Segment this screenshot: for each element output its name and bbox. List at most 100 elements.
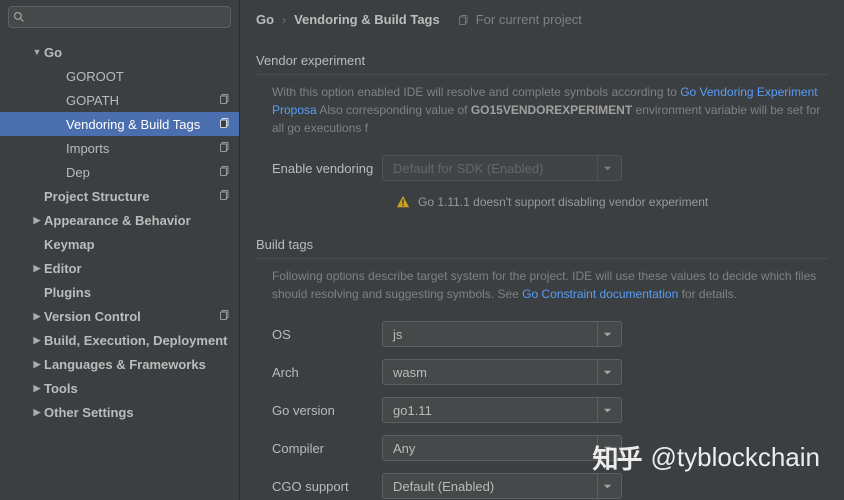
vendor-help-text: With this option enabled IDE will resolv… — [272, 85, 680, 99]
enable-vendoring-row: Enable vendoring Default for SDK (Enable… — [256, 149, 828, 187]
tree-item-tools[interactable]: ▶Tools — [0, 376, 239, 400]
cgo-row: CGO support Default (Enabled) — [256, 467, 828, 500]
tree-item-dep[interactable]: Dep — [0, 160, 239, 184]
compiler-label: Compiler — [272, 441, 382, 456]
tree-arrow-icon: ▶ — [30, 263, 44, 274]
constraint-doc-link[interactable]: Go Constraint documentation — [522, 287, 678, 301]
tree-item-go[interactable]: ▼Go — [0, 40, 239, 64]
vendor-warning-text: Go 1.11.1 doesn't support disabling vend… — [418, 195, 708, 209]
project-scope-icon — [213, 93, 231, 108]
project-scope-icon — [213, 189, 231, 204]
chevron-down-icon — [597, 156, 617, 180]
search-icon — [13, 11, 25, 23]
cgo-value: Default (Enabled) — [393, 479, 591, 494]
tree-arrow-icon: ▼ — [30, 47, 44, 57]
tree-item-label: Keymap — [44, 237, 231, 252]
enable-vendoring-label: Enable vendoring — [272, 161, 382, 176]
tree-item-languages-frameworks[interactable]: ▶Languages & Frameworks — [0, 352, 239, 376]
project-scope-icon — [458, 14, 470, 26]
gover-label: Go version — [272, 403, 382, 418]
vendor-warning: Go 1.11.1 doesn't support disabling vend… — [256, 187, 828, 223]
scope-label: For current project — [458, 12, 582, 27]
breadcrumb-current: Vendoring & Build Tags — [294, 12, 440, 27]
vendor-help-text2: Also corresponding value of — [317, 103, 471, 117]
tree-item-imports[interactable]: Imports — [0, 136, 239, 160]
enable-vendoring-select[interactable]: Default for SDK (Enabled) — [382, 155, 622, 181]
tree-item-goroot[interactable]: GOROOT — [0, 64, 239, 88]
chevron-down-icon — [597, 360, 617, 384]
compiler-select[interactable]: Any — [382, 435, 622, 461]
project-scope-icon — [213, 117, 231, 132]
tree-item-label: Editor — [44, 261, 231, 276]
chevron-down-icon — [597, 398, 617, 422]
breadcrumb-root[interactable]: Go — [256, 12, 274, 27]
buildtags-section-header: Build tags — [256, 231, 828, 259]
tree-item-project-structure[interactable]: Project Structure — [0, 184, 239, 208]
tree-item-build-execution-deployment[interactable]: ▶Build, Execution, Deployment — [0, 328, 239, 352]
tree-item-label: Imports — [66, 141, 213, 156]
gover-value: go1.11 — [393, 403, 591, 418]
arch-row: Arch wasm — [256, 353, 828, 391]
arch-value: wasm — [393, 365, 591, 380]
tree-item-label: Languages & Frameworks — [44, 357, 231, 372]
tree-arrow-icon: ▶ — [30, 335, 44, 346]
tree-item-keymap[interactable]: Keymap — [0, 232, 239, 256]
compiler-value: Any — [393, 441, 591, 456]
tree-arrow-icon: ▶ — [30, 383, 44, 394]
project-scope-icon — [213, 309, 231, 324]
tree-item-label: Version Control — [44, 309, 213, 324]
os-value: js — [393, 327, 591, 342]
settings-sidebar: ▼Go GOROOT GOPATH Vendoring & Build Tags Imp… — [0, 0, 240, 500]
tree-item-label: Vendoring & Build Tags — [66, 117, 213, 132]
os-label: OS — [272, 327, 382, 342]
cgo-select[interactable]: Default (Enabled) — [382, 473, 622, 499]
compiler-row: Compiler Any — [256, 429, 828, 467]
buildtags-help: Following options describe target system… — [256, 267, 828, 315]
scope-text: For current project — [476, 12, 582, 27]
breadcrumb: Go › Vendoring & Build Tags For current … — [240, 0, 844, 39]
settings-tree: ▼Go GOROOT GOPATH Vendoring & Build Tags Imp… — [0, 34, 239, 500]
tree-arrow-icon: ▶ — [30, 407, 44, 418]
settings-body: Vendor experiment With this option enabl… — [240, 39, 844, 500]
chevron-down-icon — [597, 322, 617, 346]
tree-arrow-icon: ▶ — [30, 311, 44, 322]
tree-item-label: Project Structure — [44, 189, 213, 204]
tree-item-version-control[interactable]: ▶Version Control — [0, 304, 239, 328]
tree-item-label: Tools — [44, 381, 231, 396]
chevron-down-icon — [597, 474, 617, 498]
gover-row: Go version go1.11 — [256, 391, 828, 429]
tree-item-appearance-behavior[interactable]: ▶Appearance & Behavior — [0, 208, 239, 232]
vendor-section-header: Vendor experiment — [256, 47, 828, 75]
project-scope-icon — [213, 141, 231, 156]
buildtags-section: Build tags Following options describe ta… — [256, 231, 828, 500]
gover-select[interactable]: go1.11 — [382, 397, 622, 423]
breadcrumb-separator: › — [282, 13, 286, 27]
tree-item-gopath[interactable]: GOPATH — [0, 88, 239, 112]
buildtags-help-text2: for details. — [678, 287, 737, 301]
chevron-down-icon — [597, 436, 617, 460]
tree-item-label: Appearance & Behavior — [44, 213, 231, 228]
settings-main: Go › Vendoring & Build Tags For current … — [240, 0, 844, 500]
cgo-label: CGO support — [272, 479, 382, 494]
tree-item-vendoring-build-tags[interactable]: Vendoring & Build Tags — [0, 112, 239, 136]
env-var-name: GO15VENDOREXPERIMENT — [471, 103, 632, 117]
tree-item-label: Build, Execution, Deployment — [44, 333, 231, 348]
project-scope-icon — [213, 165, 231, 180]
tree-item-label: Other Settings — [44, 405, 231, 420]
tree-item-other-settings[interactable]: ▶Other Settings — [0, 400, 239, 424]
tree-item-label: Dep — [66, 165, 213, 180]
tree-item-label: Plugins — [44, 285, 231, 300]
tree-item-label: Go — [44, 45, 231, 60]
search-box — [8, 6, 231, 28]
enable-vendoring-value: Default for SDK (Enabled) — [393, 161, 591, 176]
arch-select[interactable]: wasm — [382, 359, 622, 385]
tree-arrow-icon: ▶ — [30, 215, 44, 226]
tree-item-label: GOROOT — [66, 69, 231, 84]
search-input[interactable] — [8, 6, 231, 28]
tree-item-label: GOPATH — [66, 93, 213, 108]
os-select[interactable]: js — [382, 321, 622, 347]
tree-item-plugins[interactable]: Plugins — [0, 280, 239, 304]
tree-item-editor[interactable]: ▶Editor — [0, 256, 239, 280]
os-row: OS js — [256, 315, 828, 353]
arch-label: Arch — [272, 365, 382, 380]
